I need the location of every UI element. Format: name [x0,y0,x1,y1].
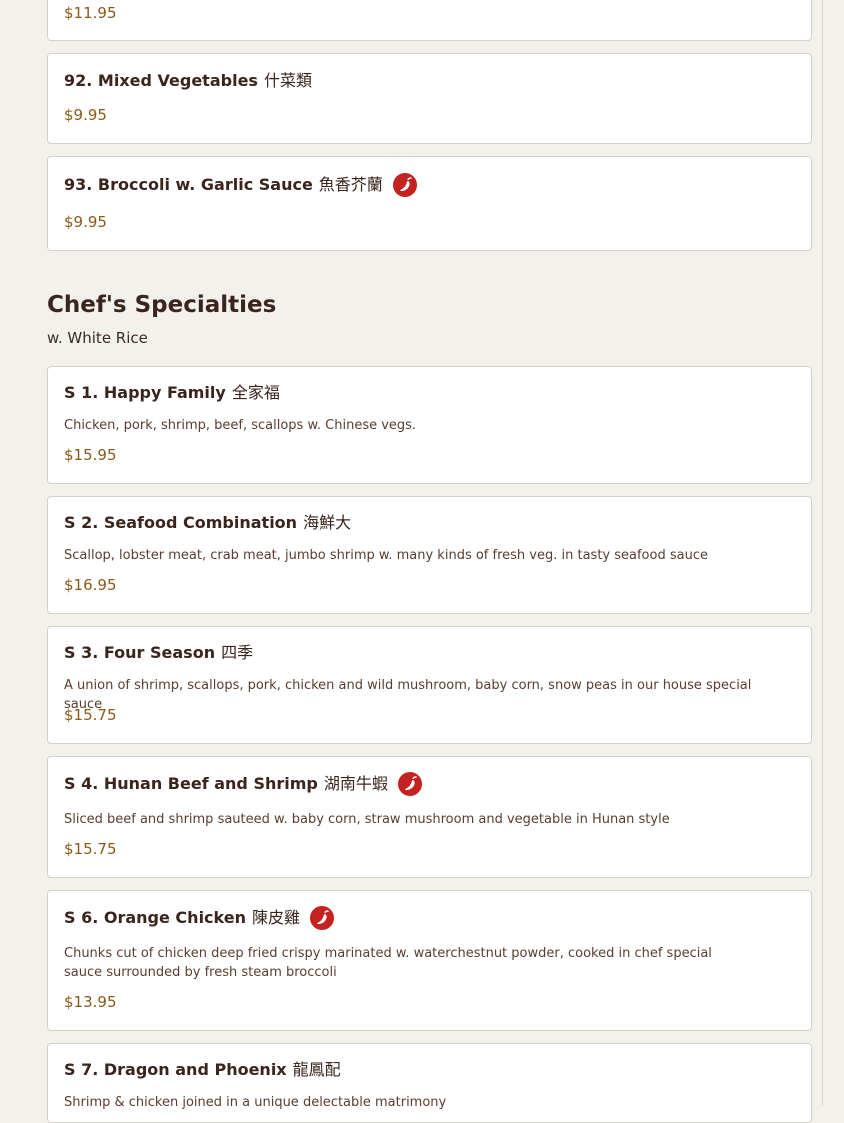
item-name: S 7. Dragon and Phoenix [64,1060,287,1079]
chili-pepper-icon [392,173,417,197]
item-name: S 2. Seafood Combination [64,513,298,532]
item-chinese-name: 陳皮雞 [251,908,300,927]
item-chinese-name: 四季 [221,643,254,662]
item-title: S 7. Dragon and Phoenix 龍鳳配 [64,1059,341,1081]
item-description: Chicken, pork, shrimp, beef, scallops w.… [64,418,417,433]
menu-item-card[interactable]: S 3. Four Season 四季 A union of shrimp, s… [47,626,812,744]
menu-item-card[interactable]: 93. Broccoli w. Garlic Sauce 魚香芥蘭 $9.95 [47,156,812,251]
item-title: S 4. Hunan Beef and Shrimp 湖南牛蝦 [64,772,422,796]
item-name: 93. Broccoli w. Garlic Sauce [64,175,313,194]
item-price: $11.95 [64,4,117,22]
item-title: 93. Broccoli w. Garlic Sauce 魚香芥蘭 [64,173,417,197]
item-title: 92. Mixed Vegetables 什菜類 [64,70,312,92]
item-chinese-name: 什菜類 [263,71,312,90]
chili-pepper-icon [397,772,422,796]
item-description: A union of shrimp, scallops, pork, chick… [64,678,752,712]
item-name: S 6. Orange Chicken [64,908,246,927]
menu-page: $11.95 92. Mixed Vegetables 什菜類 $9.95 93… [0,0,823,1123]
item-description: Shrimp & chicken joined in a unique dele… [64,1095,447,1110]
item-title: S 2. Seafood Combination 海鮮大 [64,512,351,534]
item-price: $15.95 [64,446,117,464]
menu-item-card[interactable]: S 4. Hunan Beef and Shrimp 湖南牛蝦 Sliced b… [47,756,812,878]
item-name: S 4. Hunan Beef and Shrimp [64,774,318,793]
item-price: $15.75 [64,840,117,858]
item-title: S 3. Four Season 四季 [64,642,253,664]
menu-item-card[interactable]: S 7. Dragon and Phoenix 龍鳳配 Shrimp & chi… [47,1043,812,1123]
section-subtitle: w. White Rice [47,329,148,347]
item-price: $9.95 [64,213,107,231]
menu-item-card[interactable]: S 1. Happy Family 全家福 Chicken, pork, shr… [47,366,812,484]
section-title: Chef's Specialties [47,292,277,318]
menu-item-card[interactable]: $11.95 [47,0,812,41]
chili-pepper-icon [310,906,334,930]
item-chinese-name: 魚香芥蘭 [318,175,383,194]
menu-item-card[interactable]: S 2. Seafood Combination 海鮮大 Scallop, lo… [47,496,812,614]
item-chinese-name: 全家福 [231,383,280,402]
item-description: Chunks cut of chicken deep fried crispy … [64,946,712,980]
item-description: Scallop, lobster meat, crab meat, jumbo … [64,548,708,563]
item-name: 92. Mixed Vegetables [64,71,258,90]
item-chinese-name: 海鮮大 [303,513,352,532]
item-chinese-name: 湖南牛蝦 [323,774,388,793]
item-name: S 1. Happy Family [64,383,226,402]
item-description: Sliced beef and shrimp sauteed w. baby c… [64,812,670,827]
item-price: $13.95 [64,993,117,1011]
item-chinese-name: 龍鳳配 [292,1060,341,1079]
menu-item-card[interactable]: S 6. Orange Chicken 陳皮雞 Chunks cut of ch… [47,890,812,1031]
menu-item-card[interactable]: 92. Mixed Vegetables 什菜類 $9.95 [47,53,812,144]
item-title: S 6. Orange Chicken 陳皮雞 [64,906,334,930]
item-price: $16.95 [64,576,117,594]
item-name: S 3. Four Season [64,643,216,662]
item-price: $15.75 [64,706,117,724]
item-title: S 1. Happy Family 全家福 [64,382,280,404]
item-price: $9.95 [64,106,107,124]
